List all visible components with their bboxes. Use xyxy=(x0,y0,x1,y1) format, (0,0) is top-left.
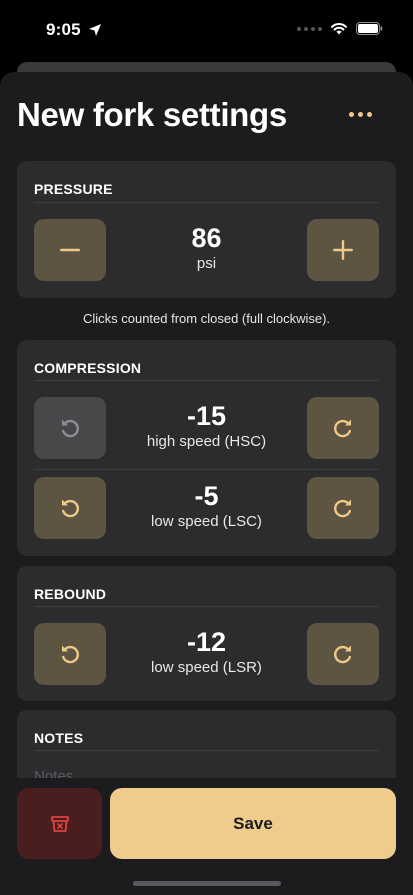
divider xyxy=(34,606,379,607)
status-bar: 9:05 xyxy=(0,0,413,62)
more-icon-dot xyxy=(367,111,372,117)
hsc-clockwise-button[interactable] xyxy=(307,397,379,459)
pressure-row: 86 psi xyxy=(17,219,396,283)
divider xyxy=(34,469,379,470)
settings-sheet: New fork settings PRESSURE 86 psi Clicks… xyxy=(0,72,413,895)
hsc-label: high speed (HSC) xyxy=(146,433,267,450)
rotate-clockwise-icon xyxy=(334,419,351,438)
wifi-icon xyxy=(331,23,347,35)
divider xyxy=(34,380,379,381)
rebound-title: REBOUND xyxy=(34,586,107,602)
status-time: 9:05 xyxy=(46,20,81,39)
lsc-value-block: -5 low speed (LSC) xyxy=(106,477,307,531)
compression-title: COMPRESSION xyxy=(34,360,142,376)
more-icon-dot xyxy=(358,111,363,117)
more-options-button[interactable] xyxy=(349,108,375,120)
divider xyxy=(34,750,379,751)
decrease-pressure-button[interactable] xyxy=(34,219,106,281)
lsc-counterclockwise-button[interactable] xyxy=(34,477,106,539)
divider xyxy=(34,202,379,203)
bottom-action-bar: Save xyxy=(0,778,413,895)
pressure-title: PRESSURE xyxy=(34,181,113,197)
rotate-counterclockwise-icon xyxy=(62,419,79,438)
increase-pressure-button[interactable] xyxy=(307,219,379,281)
rotate-clockwise-icon xyxy=(334,645,351,664)
pressure-value-block: 86 psi xyxy=(106,219,307,273)
page-title: New fork settings xyxy=(17,96,287,133)
pressure-unit: psi xyxy=(196,255,217,272)
lsc-clockwise-button[interactable] xyxy=(307,477,379,539)
plus-icon xyxy=(333,240,353,260)
rebound-row-lsr: -12 low speed (LSR) xyxy=(17,623,396,687)
more-icon-dot xyxy=(349,111,354,117)
notes-title: NOTES xyxy=(34,730,84,746)
lsr-clockwise-button[interactable] xyxy=(307,623,379,685)
compression-row-lsc: -5 low speed (LSC) xyxy=(17,477,396,541)
compression-card: COMPRESSION -15 high speed (HSC) -5 low … xyxy=(17,340,396,556)
location-arrow-icon xyxy=(89,24,101,36)
lsr-value-block: -12 low speed (LSR) xyxy=(106,623,307,677)
rebound-card: REBOUND -12 low speed (LSR) xyxy=(17,566,396,701)
rotate-clockwise-icon xyxy=(334,499,351,518)
hsc-value: -15 xyxy=(186,401,227,431)
rotate-counterclockwise-icon xyxy=(62,499,79,518)
hsc-value-block: -15 high speed (HSC) xyxy=(106,397,307,451)
compression-row-hsc: -15 high speed (HSC) xyxy=(17,397,396,461)
lsr-label: low speed (LSR) xyxy=(151,659,262,676)
battery-icon xyxy=(356,22,383,35)
lsc-label: low speed (LSC) xyxy=(151,513,262,530)
minus-icon xyxy=(60,248,80,252)
rotate-counterclockwise-icon xyxy=(62,645,79,664)
lsc-value: -5 xyxy=(194,481,219,511)
trash-box-icon xyxy=(50,815,69,832)
home-indicator xyxy=(133,881,281,886)
delete-button[interactable] xyxy=(17,788,102,859)
pressure-card: PRESSURE 86 psi xyxy=(17,161,396,298)
clicks-hint: Clicks counted from closed (full clockwi… xyxy=(82,311,331,326)
pressure-value: 86 xyxy=(191,223,222,253)
hsc-counterclockwise-button[interactable] xyxy=(34,397,106,459)
lsr-counterclockwise-button[interactable] xyxy=(34,623,106,685)
cellular-signal-icon xyxy=(297,26,322,31)
save-button[interactable]: Save xyxy=(110,788,396,859)
lsr-value: -12 xyxy=(186,627,227,657)
